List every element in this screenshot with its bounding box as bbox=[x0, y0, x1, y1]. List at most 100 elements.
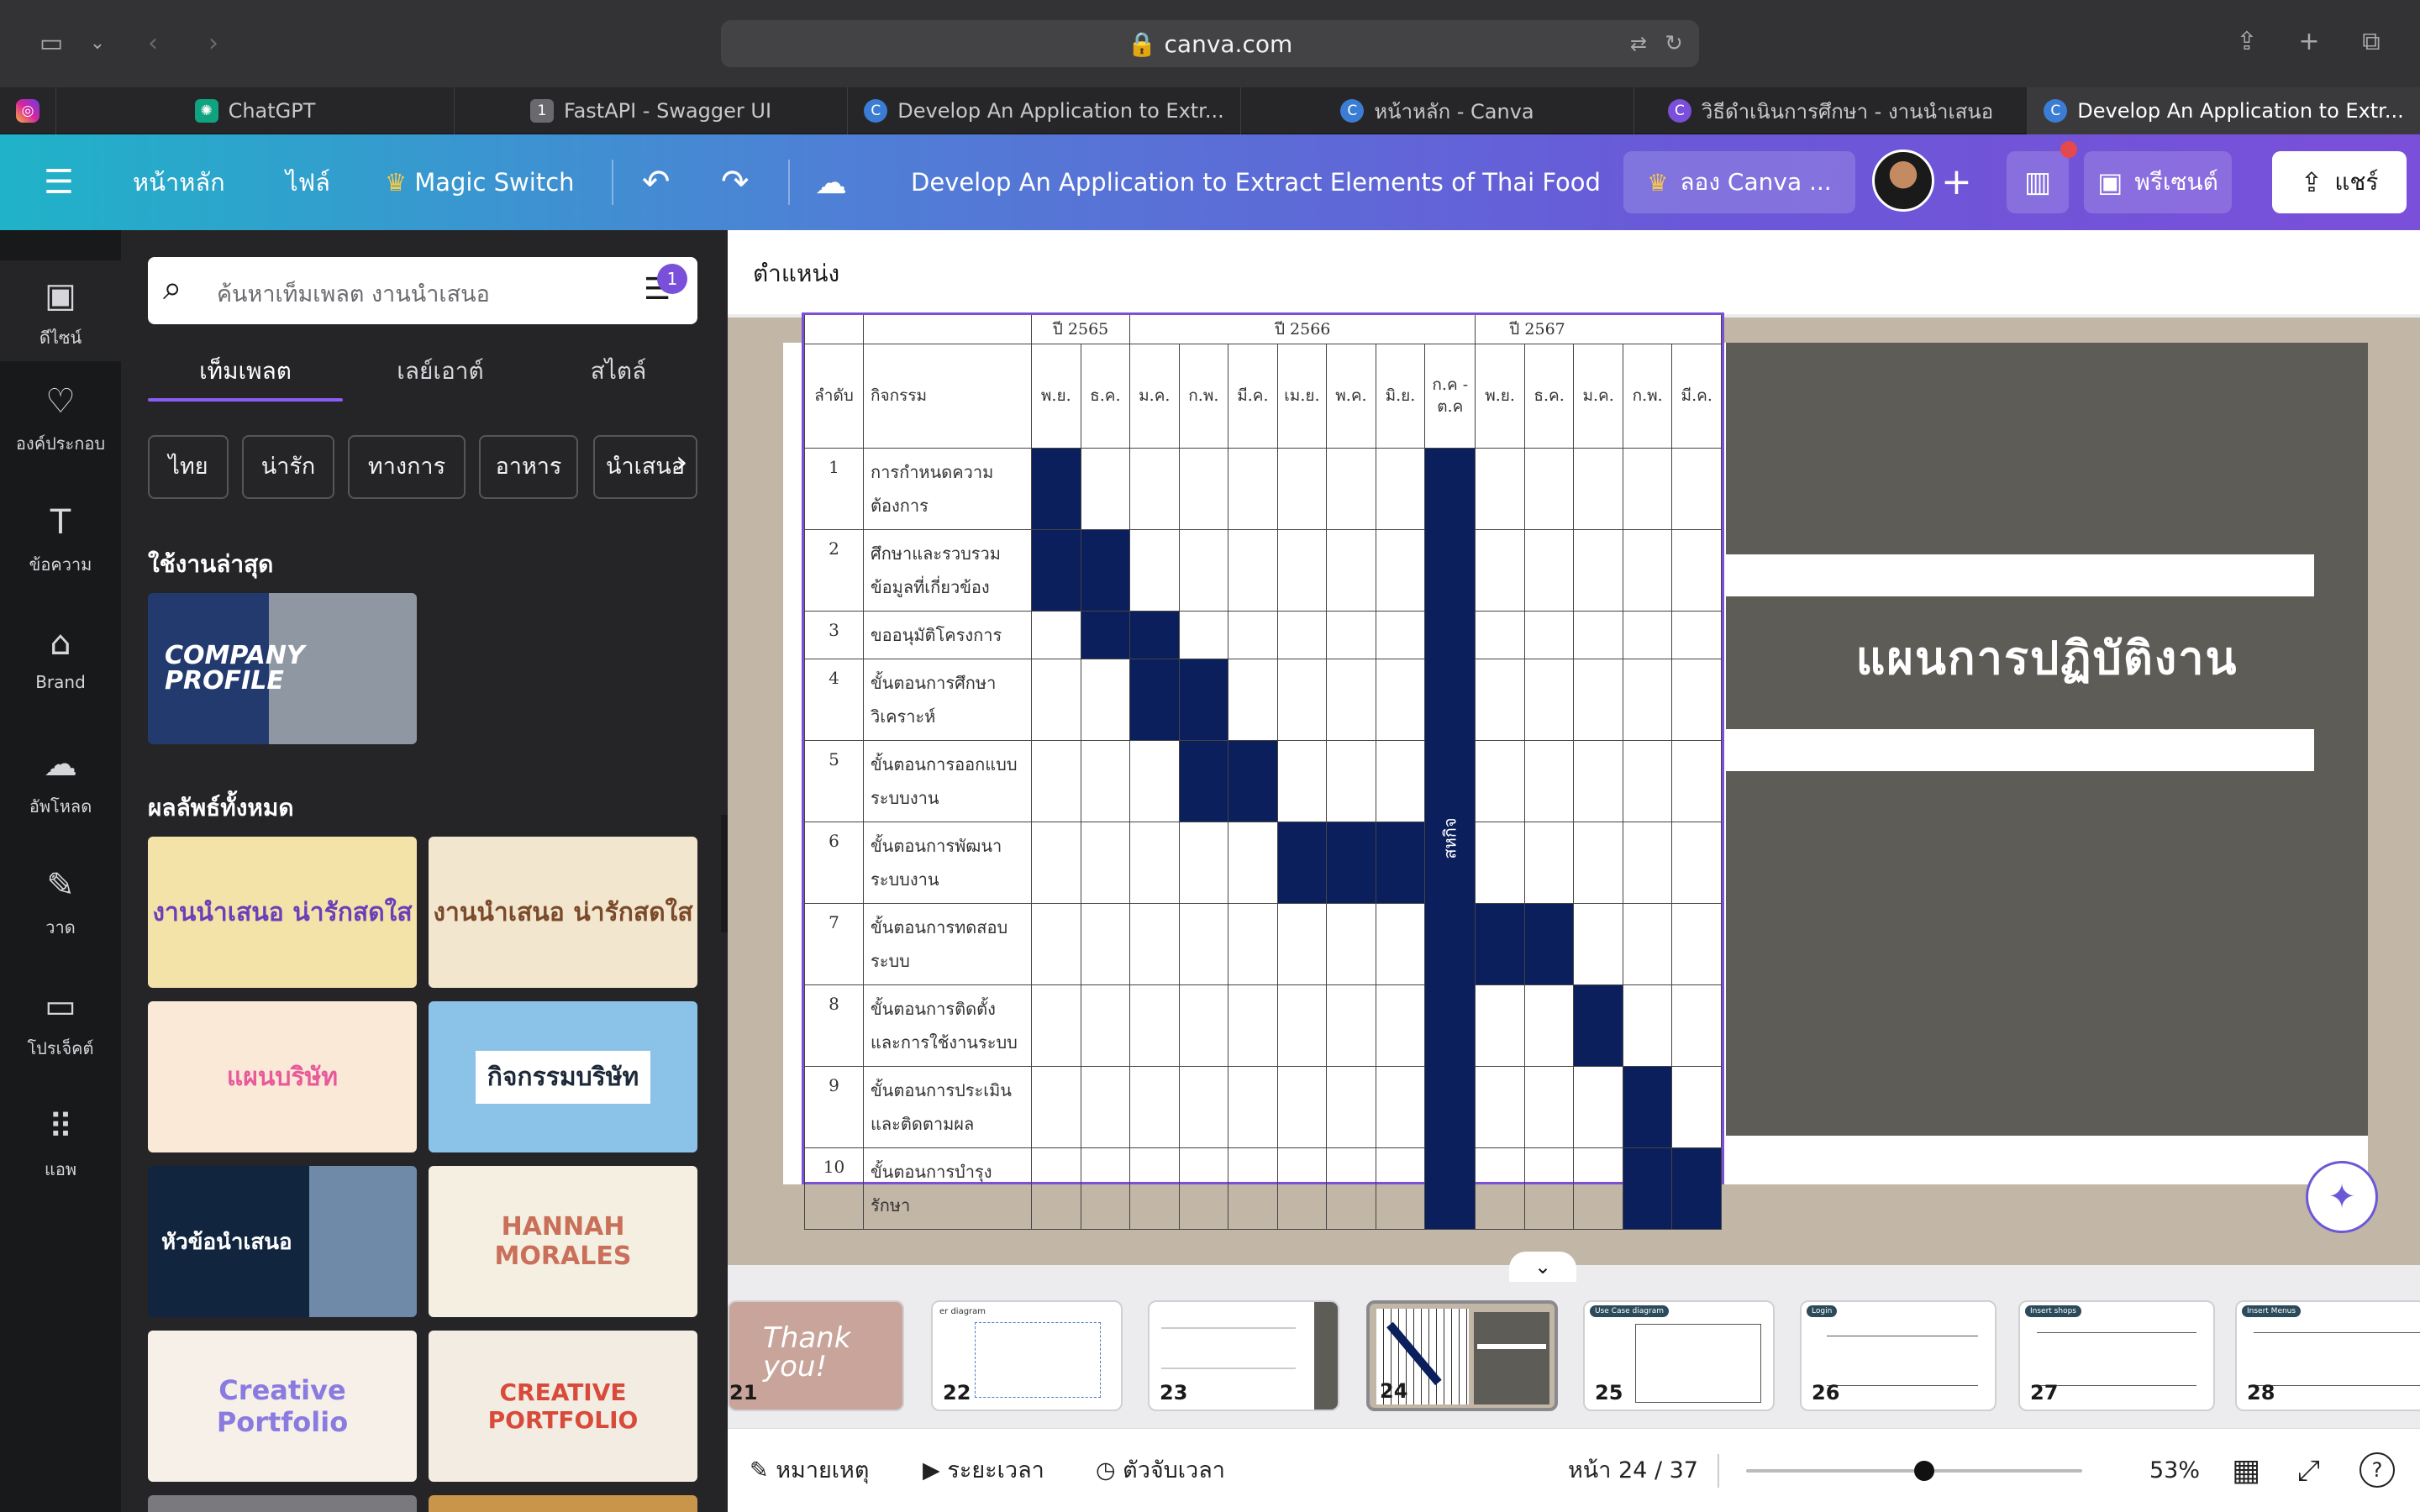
gantt-cell bbox=[1622, 739, 1673, 822]
page-thumb-22[interactable]: er diagram 22 bbox=[931, 1300, 1123, 1411]
timer-button[interactable]: ◷ ตัวจับเวลา bbox=[1096, 1429, 1225, 1512]
chip-thai[interactable]: ไทย bbox=[148, 435, 229, 499]
filmstrip-collapse-icon[interactable]: ⌄ bbox=[1509, 1252, 1576, 1282]
zoom-slider-knob[interactable] bbox=[1914, 1461, 1934, 1481]
page-thumb-24-current[interactable]: 24 bbox=[1366, 1300, 1558, 1411]
template-card[interactable]: งานนำเสนอ น่ารักสดใส bbox=[148, 837, 417, 988]
tab-develop-app-active[interactable]: C Develop An Application to Extr... bbox=[2027, 87, 2420, 134]
duration-button[interactable]: ▶ ระยะเวลา bbox=[923, 1429, 1044, 1512]
page-indicator[interactable]: หน้า 24 / 37 bbox=[1568, 1429, 1698, 1512]
rail-item-draw[interactable]: ✎ วาด bbox=[0, 862, 121, 941]
template-card[interactable]: งานนำเสนอ น่ารักสดใส bbox=[429, 837, 697, 988]
present-button[interactable]: ▣ พรีเซนต์ bbox=[2084, 151, 2232, 213]
tab-fastapi[interactable]: 1 FastAPI - Swagger UI bbox=[454, 87, 847, 134]
magic-assistant-button[interactable]: ✦ bbox=[2306, 1161, 2378, 1233]
tab-study-methods[interactable]: C วิธีดำเนินการศึกษา - งานนำเสนอ bbox=[1634, 87, 2027, 134]
chip-food[interactable]: อาหาร bbox=[479, 435, 578, 499]
rail-item-elements[interactable]: ♡ องค์ประกอบ bbox=[0, 378, 121, 457]
sidebar-toggle-icon[interactable]: ▭ bbox=[32, 27, 71, 60]
template-card[interactable]: CREATIVE PORTFOLIO bbox=[429, 1331, 697, 1482]
gantt-cell bbox=[1276, 528, 1328, 612]
rail-item-brand[interactable]: ⌂ Brand bbox=[0, 620, 121, 692]
gantt-cell bbox=[1326, 610, 1376, 659]
tab-develop-app-1[interactable]: C Develop An Application to Extr... bbox=[847, 87, 1240, 134]
new-tab-icon[interactable]: + bbox=[2292, 25, 2326, 59]
rail-item-design[interactable]: ▣ ดีไซน์ bbox=[0, 260, 121, 361]
template-card[interactable]: หัวข้อนำเสนอ bbox=[148, 1166, 417, 1317]
tab-canva-home[interactable]: C หน้าหลัก - Canva bbox=[1240, 87, 1634, 134]
tab-layouts[interactable]: เลย์เอาต์ bbox=[343, 353, 538, 390]
slide-title[interactable]: แผนการปฏิบัติงาน bbox=[1726, 622, 2368, 694]
row-activity: ขั้นตอนการบำรุงรักษา bbox=[863, 1147, 1032, 1230]
page-number: 25 bbox=[1595, 1381, 1623, 1404]
tab-templates[interactable]: เท็มเพลต bbox=[148, 353, 343, 390]
translate-icon[interactable]: ⇄ bbox=[1622, 27, 1655, 60]
gantt-cell bbox=[1031, 1065, 1081, 1148]
tab-instagram[interactable]: ◎ bbox=[0, 87, 55, 134]
gantt-cell bbox=[1129, 902, 1180, 985]
page-thumb-28[interactable]: Insert Menus 28 bbox=[2235, 1300, 2420, 1411]
gantt-cell bbox=[1276, 739, 1328, 822]
address-bar[interactable]: 🔒 canva.com ⇄ ↻ bbox=[721, 20, 1699, 67]
file-menu[interactable]: ไฟล์ bbox=[286, 134, 330, 230]
menu-icon[interactable]: ☰ bbox=[44, 134, 74, 230]
template-card[interactable]: กิจกรรมบริษัท bbox=[429, 1001, 697, 1152]
reload-icon[interactable]: ↻ bbox=[1657, 27, 1691, 60]
redo-icon[interactable]: ↷ bbox=[721, 134, 750, 230]
share-icon[interactable]: ⇪ bbox=[2230, 25, 2264, 59]
avatar[interactable] bbox=[1872, 150, 1934, 212]
page-thumb-23[interactable]: 23 bbox=[1148, 1300, 1339, 1411]
gantt-cell bbox=[1276, 902, 1328, 985]
document-title[interactable]: Develop An Application to Extract Elemen… bbox=[911, 134, 1600, 230]
template-card[interactable]: Creative Portfolio bbox=[148, 1331, 417, 1482]
undo-icon[interactable]: ↶ bbox=[642, 134, 671, 230]
try-canva-pro-button[interactable]: ♛ ลอง Canva ... bbox=[1623, 151, 1855, 213]
share-button[interactable]: ⇪ แชร์ bbox=[2272, 151, 2407, 213]
template-card-partial[interactable] bbox=[148, 1495, 417, 1512]
tab-styles[interactable]: สไตล์ bbox=[521, 353, 716, 390]
home-button[interactable]: หน้าหลัก bbox=[133, 134, 225, 230]
page-thumb-25[interactable]: Use Case diagram 25 bbox=[1583, 1300, 1775, 1411]
gantt-cell bbox=[1622, 821, 1673, 904]
grid-view-icon[interactable]: ▦ bbox=[2232, 1429, 2260, 1512]
chevron-down-icon[interactable]: ⌄ bbox=[82, 27, 113, 60]
rail-item-upload[interactable]: ☁ อัพโหลด bbox=[0, 741, 121, 820]
page-thumb-21[interactable]: Thank you! 21 bbox=[728, 1300, 904, 1411]
present-label: พรีเซนต์ bbox=[2134, 168, 2218, 196]
tab-label: Develop An Application to Extr... bbox=[2077, 99, 2404, 123]
month-header: ม.ค. bbox=[1129, 343, 1180, 449]
position-button[interactable]: ตำแหน่ง bbox=[753, 255, 839, 292]
template-card[interactable]: HANNAH MORALES bbox=[429, 1166, 697, 1317]
rail-item-apps[interactable]: ⠿ แอพ bbox=[0, 1104, 121, 1183]
page-thumb-27[interactable]: Insert shops 27 bbox=[2018, 1300, 2215, 1411]
gantt-table[interactable]: ปี 2565 ปี 2566 ปี 2567 ลำดับ กิจกรรม พ.… bbox=[802, 312, 1724, 1230]
template-card-partial[interactable] bbox=[429, 1495, 697, 1512]
chip-formal[interactable]: ทางการ bbox=[348, 435, 466, 499]
tab-overview-icon[interactable]: ⧉ bbox=[2354, 25, 2388, 59]
fullscreen-icon[interactable]: ⤢ bbox=[2297, 1429, 2320, 1512]
rail-item-projects[interactable]: ▭ โปรเจ็คต์ bbox=[0, 983, 121, 1062]
page-thumb-26[interactable]: Login 26 bbox=[1800, 1300, 1996, 1411]
zoom-level[interactable]: 53% bbox=[2149, 1429, 2200, 1512]
notes-button[interactable]: ✎ หมายเหตุ bbox=[750, 1429, 869, 1512]
recent-template-company-profile[interactable]: COMPANY PROFILE bbox=[148, 593, 417, 744]
back-icon[interactable]: ‹ bbox=[138, 27, 168, 60]
template-card-label: แผนบริษัท bbox=[226, 1062, 339, 1092]
help-icon[interactable]: ? bbox=[2360, 1452, 2395, 1488]
tab-chatgpt[interactable]: ✺ ChatGPT bbox=[55, 87, 454, 134]
add-collaborator-icon[interactable]: + bbox=[1941, 134, 1972, 230]
template-card[interactable]: แผนบริษัท bbox=[148, 1001, 417, 1152]
forward-icon[interactable]: › bbox=[198, 27, 229, 60]
chip-cute[interactable]: น่ารัก bbox=[242, 435, 334, 499]
gantt-cell bbox=[1573, 739, 1623, 822]
rail-item-text[interactable]: T ข้อความ bbox=[0, 499, 121, 578]
gantt-cell-filled bbox=[1523, 902, 1575, 985]
cloud-saved-icon[interactable]: ☁ bbox=[815, 134, 847, 230]
chevron-right-icon[interactable]: › bbox=[676, 445, 687, 480]
search-input[interactable]: ⌕ ค้นหาเท็มเพลต งานนำเสนอ ☰ 1 bbox=[148, 257, 697, 324]
gantt-cell-filled bbox=[1178, 658, 1229, 741]
insights-button[interactable]: ▥ bbox=[2007, 151, 2069, 213]
gantt-cell bbox=[1573, 610, 1623, 659]
magic-switch-button[interactable]: ♛ Magic Switch bbox=[385, 134, 575, 230]
gantt-cell bbox=[1475, 528, 1525, 612]
